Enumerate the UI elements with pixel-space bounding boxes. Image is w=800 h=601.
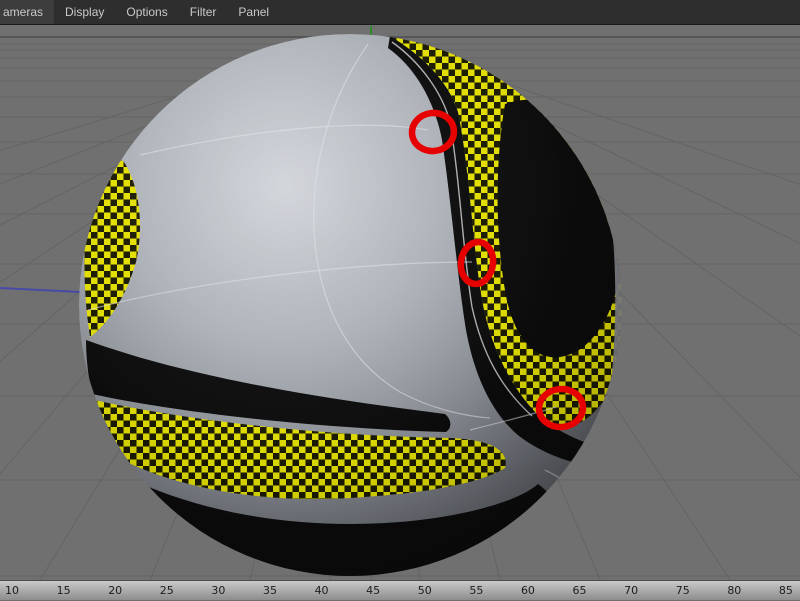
menu-cameras[interactable]: ameras — [0, 0, 55, 24]
ball-shading — [79, 34, 621, 576]
ruler-tick: 30 — [211, 583, 226, 597]
ruler-tick: 75 — [675, 583, 690, 597]
ruler-tick: 60 — [520, 583, 535, 597]
menu-display[interactable]: Display — [54, 0, 115, 24]
ruler-tick: 40 — [314, 583, 329, 597]
ruler-tick: 80 — [727, 583, 742, 597]
ruler-tick: 55 — [469, 583, 484, 597]
menu-options[interactable]: Options — [115, 0, 178, 24]
menu-filter[interactable]: Filter — [179, 0, 228, 24]
ruler-tick: 25 — [159, 583, 174, 597]
ruler-tick: 50 — [417, 583, 432, 597]
ruler-tick: 65 — [572, 583, 587, 597]
ruler-tick: 15 — [56, 583, 71, 597]
soccer-ball-model[interactable] — [79, 34, 638, 580]
ruler-tick: 10 — [5, 583, 19, 597]
ruler-tick: 45 — [366, 583, 381, 597]
ruler-tick: 20 — [108, 583, 123, 597]
viewport-canvas[interactable] — [0, 24, 800, 580]
viewport[interactable] — [0, 24, 800, 580]
ruler-tick: 85 — [778, 583, 793, 597]
timeline-ruler[interactable]: 10 15 20 25 30 35 40 45 50 55 60 65 70 7… — [0, 580, 800, 600]
ruler-tick: 70 — [624, 583, 639, 597]
menu-panel[interactable]: Panel — [227, 0, 280, 24]
z-axis-line — [0, 287, 81, 293]
menu-bar: ameras Display Options Filter Panel — [0, 0, 800, 25]
ruler-tick: 35 — [262, 583, 277, 597]
